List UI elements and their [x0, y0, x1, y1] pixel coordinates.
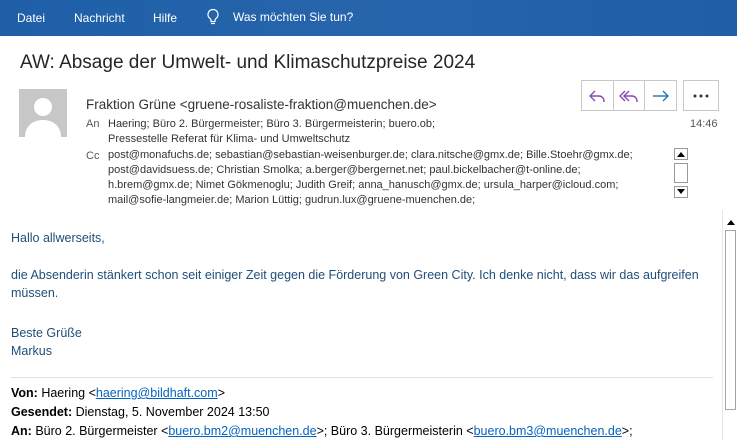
to-line: Pressestelle Referat für Klima- und Umwe…	[108, 133, 351, 145]
forward-icon	[652, 90, 669, 101]
triangle-up-icon	[726, 220, 735, 225]
quoted-to-part: >; Büro 3. Bürgermeisterin <	[316, 424, 474, 438]
quoted-from-label: Von:	[11, 386, 38, 400]
quoted-from: Von: Haering <haering@bildhaft.com>	[11, 384, 225, 402]
body-scrollbar[interactable]	[722, 210, 737, 440]
message-subject: AW: Absage der Umwelt- und Klimaschutzpr…	[20, 52, 476, 73]
body-closing: Beste Grüße	[11, 326, 82, 340]
body-signature: Markus	[11, 344, 52, 358]
cc-scroll-track[interactable]	[674, 163, 688, 183]
cc-recipients[interactable]: post@monafuchs.de; sebastian@sebastian-w…	[108, 148, 633, 208]
cc-scroll-down-button[interactable]	[674, 186, 688, 198]
body-paragraph: die Absenderin stänkert schon seit einig…	[11, 266, 699, 302]
quoted-to-label: An:	[11, 424, 32, 438]
ribbon-bar: Datei Nachricht Hilfe Was möchten Sie tu…	[0, 0, 737, 36]
body-greeting: Hallo allwerseits,	[11, 231, 105, 245]
to-label: An	[86, 118, 100, 130]
tab-hilfe[interactable]: Hilfe	[153, 11, 177, 25]
scroll-up-button[interactable]	[725, 216, 736, 228]
more-actions-button[interactable]	[683, 80, 719, 111]
cc-scroll-up-button[interactable]	[674, 148, 688, 160]
triangle-down-icon	[677, 189, 685, 194]
tab-datei[interactable]: Datei	[17, 11, 45, 25]
cc-line: h.brem@gmx.de; Nimet Gökmenoglu; Judith …	[108, 179, 619, 191]
quoted-from-name: Haering <	[41, 386, 96, 400]
lightbulb-icon	[207, 8, 219, 25]
tell-me-search[interactable]: Was möchten Sie tun?	[205, 8, 353, 26]
cc-scrollbar[interactable]	[674, 148, 688, 204]
reply-icon	[589, 90, 606, 102]
reply-button[interactable]	[582, 81, 614, 110]
quoted-from-email-link[interactable]: haering@bildhaft.com	[96, 386, 218, 400]
quoted-to: An: Büro 2. Bürgermeister <buero.bm2@mue…	[11, 422, 633, 440]
quoted-to-part: Büro 2. Bürgermeister <	[35, 424, 169, 438]
quoted-to-part: >;	[621, 424, 633, 438]
tab-nachricht[interactable]: Nachricht	[74, 11, 125, 25]
reply-actions	[581, 80, 677, 111]
triangle-up-icon	[677, 152, 685, 157]
quoted-sent: Gesendet: Dienstag, 5. November 2024 13:…	[11, 403, 270, 421]
cc-label: Cc	[86, 150, 100, 162]
cc-line: post@davidsuess.de; Christian Smolka; a.…	[108, 164, 581, 176]
quoted-sent-label: Gesendet:	[11, 405, 73, 419]
more-icon	[693, 94, 709, 97]
quoted-from-end: >	[217, 386, 225, 400]
sender-address[interactable]: Fraktion Grüne <gruene-rosaliste-fraktio…	[86, 97, 437, 112]
quoted-to-email-link[interactable]: buero.bm2@muenchen.de	[168, 424, 316, 438]
to-line: Haering; Büro 2. Bürgermeister; Büro 3. …	[108, 118, 436, 130]
reply-all-button[interactable]	[614, 81, 646, 110]
reply-all-icon	[619, 90, 638, 102]
quoted-sent-value: Dienstag, 5. November 2024 13:50	[75, 405, 270, 419]
body-paragraph-line: müssen.	[11, 286, 59, 300]
scroll-thumb[interactable]	[725, 230, 736, 410]
cc-line: post@monafuchs.de; sebastian@sebastian-w…	[108, 149, 633, 161]
forward-button[interactable]	[645, 81, 676, 110]
avatar	[19, 89, 67, 137]
received-time: 14:46	[690, 118, 718, 130]
quoted-to-email-link[interactable]: buero.bm3@muenchen.de	[474, 424, 622, 438]
to-recipients[interactable]: Haering; Büro 2. Bürgermeister; Büro 3. …	[108, 117, 435, 147]
cc-line: mail@sofie-langmeier.de; Marion Lüttig; …	[108, 194, 476, 206]
body-paragraph-line: die Absenderin stänkert schon seit einig…	[11, 268, 699, 282]
tell-me-label: Was möchten Sie tun?	[233, 10, 354, 24]
person-icon	[19, 89, 67, 137]
quote-separator	[11, 377, 713, 378]
